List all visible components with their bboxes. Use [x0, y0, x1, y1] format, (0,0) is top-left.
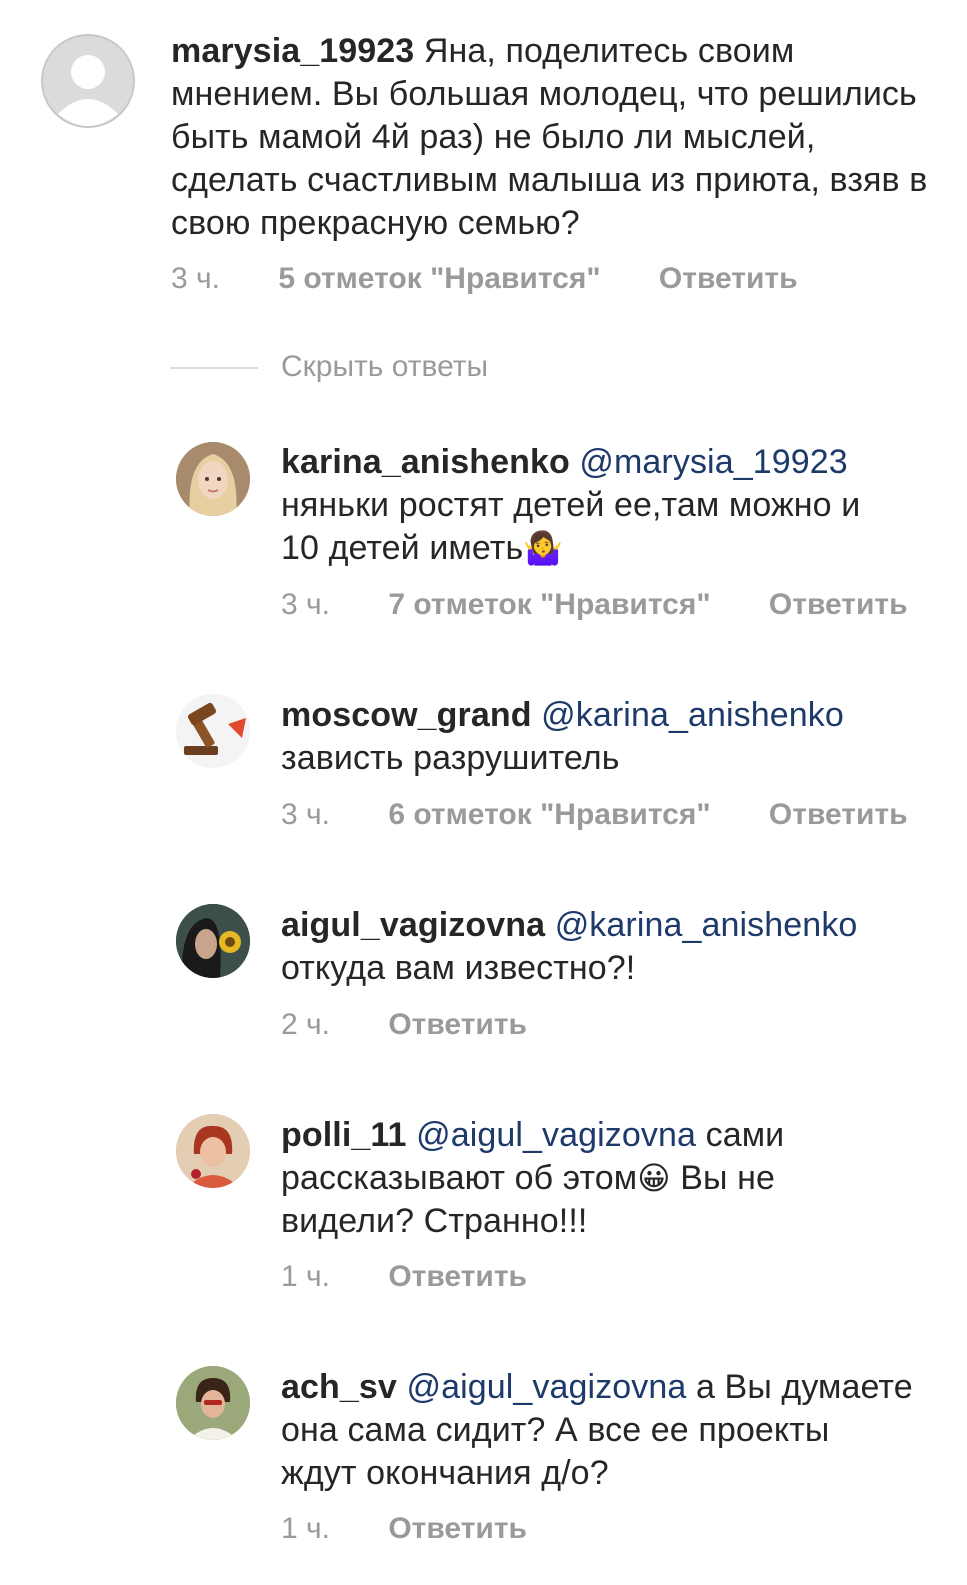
comment-meta: 3 ч. 6 отметок "Нравится" Ответить: [281, 798, 908, 832]
comment-time: 3 ч.: [281, 798, 330, 831]
comment-body: moscow_grand @karina_anishenko зависть р…: [281, 694, 941, 780]
divider-line: [170, 367, 258, 369]
comment-meta: 3 ч. 7 отметок "Нравится" Ответить: [281, 588, 908, 622]
reply-button[interactable]: Ответить: [388, 1260, 527, 1294]
comment-time: 2 ч.: [281, 1008, 330, 1041]
reply-button[interactable]: Ответить: [769, 588, 908, 622]
comment-body: marysia_19923 Яна, поделитесь своим мнен…: [171, 30, 931, 245]
comment-username[interactable]: polli_11: [281, 1116, 407, 1154]
comment-meta: 2 ч. Ответить: [281, 1008, 527, 1042]
comment-text: рассказывают об этом: [281, 1159, 638, 1197]
avatar[interactable]: [176, 1114, 250, 1188]
comment-text: сами: [696, 1116, 785, 1154]
mention-link[interactable]: @marysia_19923: [579, 443, 847, 481]
comment-text: ждут окончания д/о?: [281, 1454, 609, 1492]
comment-time: 1 ч.: [281, 1512, 330, 1545]
comment-time: 1 ч.: [281, 1260, 330, 1293]
avatar[interactable]: [176, 1366, 250, 1440]
comment-likes[interactable]: 6 отметок "Нравится": [388, 798, 710, 832]
comment-text: Вы не: [670, 1159, 776, 1197]
grinning-emoji-icon: 😀: [637, 1160, 671, 1196]
comment-username[interactable]: ach_sv: [281, 1368, 397, 1406]
comment-username[interactable]: aigul_vagizovna: [281, 906, 545, 944]
mention-link[interactable]: @karina_anishenko: [555, 906, 858, 944]
comment-meta: 1 ч. Ответить: [281, 1512, 527, 1546]
comment-username[interactable]: moscow_grand: [281, 696, 532, 734]
comment-text: откуда вам известно?!: [281, 949, 636, 987]
comment-text: а Вы думаете: [686, 1368, 913, 1406]
comment-username[interactable]: karina_anishenko: [281, 443, 570, 481]
comment-text: 10 детей иметь: [281, 529, 524, 567]
comment-text: она сама сидит? А все ее проекты: [281, 1411, 830, 1449]
mention-link[interactable]: @aigul_vagizovna: [406, 1368, 686, 1406]
comment-username[interactable]: marysia_19923: [171, 32, 414, 70]
comment-text: видели? Странно!!!: [281, 1202, 588, 1240]
avatar[interactable]: [176, 694, 250, 768]
comment-body: aigul_vagizovna @karina_anishenko откуда…: [281, 904, 941, 990]
mention-link[interactable]: @aigul_vagizovna: [416, 1116, 696, 1154]
comment-likes[interactable]: 5 отметок "Нравится": [278, 262, 600, 296]
comment-body: karina_anishenko @marysia_19923 няньки р…: [281, 441, 941, 570]
comment-time: 3 ч.: [281, 588, 330, 621]
comment-body: polli_11 @aigul_vagizovna сами рассказыв…: [281, 1114, 941, 1243]
comment-meta: 3 ч. 5 отметок "Нравится" Ответить: [171, 262, 798, 296]
reply-button[interactable]: Ответить: [388, 1512, 527, 1546]
comment-time: 3 ч.: [171, 262, 220, 295]
comment-likes[interactable]: 7 отметок "Нравится": [388, 588, 710, 622]
avatar[interactable]: [176, 442, 250, 516]
hide-replies-label[interactable]: Скрыть ответы: [281, 350, 488, 384]
reply-button[interactable]: Ответить: [388, 1008, 527, 1042]
comment-body: ach_sv @aigul_vagizovna а Вы думаете она…: [281, 1366, 961, 1495]
shrug-emoji-icon: 🤷‍♀️: [523, 530, 564, 566]
reply-button[interactable]: Ответить: [659, 262, 798, 296]
mention-link[interactable]: @karina_anishenko: [541, 696, 844, 734]
reply-button[interactable]: Ответить: [769, 798, 908, 832]
comment-text: зависть разрушитель: [281, 739, 620, 777]
avatar-default-icon[interactable]: [41, 34, 135, 128]
avatar[interactable]: [176, 904, 250, 978]
comment-text: няньки ростят детей ее,там можно и: [281, 486, 861, 524]
comment-meta: 1 ч. Ответить: [281, 1260, 527, 1294]
